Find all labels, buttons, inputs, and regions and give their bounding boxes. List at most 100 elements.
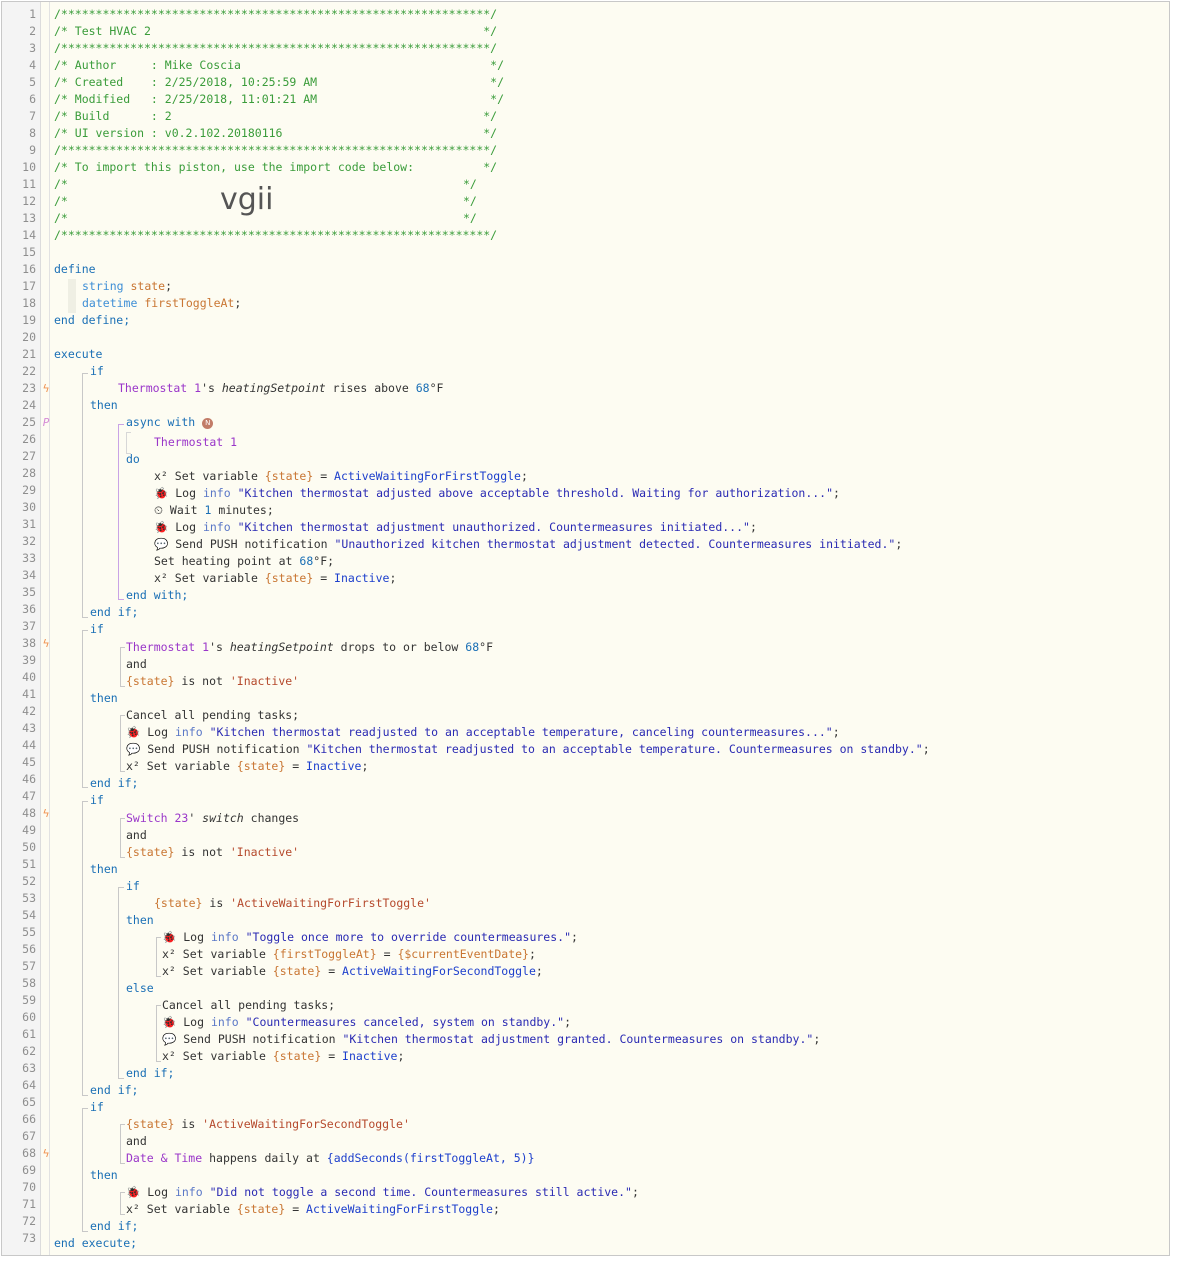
semicolon: ; <box>389 571 397 585</box>
if-keyword-1[interactable]: if <box>90 363 104 380</box>
log-message: "Countermeasures canceled, system on sta… <box>245 1015 565 1029</box>
device-switch-23: Switch 23 <box>126 811 189 825</box>
line-number: 19 <box>22 313 36 327</box>
condition-state-is-awfst[interactable]: {state} is 'ActiveWaitingForSecondToggle… <box>126 1116 410 1133</box>
push-notification-3[interactable]: 💬 Send PUSH notification "Kitchen thermo… <box>162 1031 820 1048</box>
end-if-keyword-1[interactable]: end if; <box>90 604 138 621</box>
line-number: 25 <box>22 415 36 429</box>
expression-add-seconds: {addSeconds(firstToggleAt, 5)} <box>326 1151 535 1165</box>
semicolon: ; <box>361 759 369 773</box>
header-comment-line-14: /***************************************… <box>54 228 498 242</box>
line-number: 5 <box>29 75 36 89</box>
set-variable-state-inactive-2[interactable]: x² Set variable {state} = Inactive; <box>126 758 368 775</box>
then-keyword-2[interactable]: then <box>90 690 118 707</box>
then-keyword-4[interactable]: then <box>90 1167 118 1184</box>
do-keyword[interactable]: do <box>126 451 140 468</box>
operator-happens-daily-at: happens daily at <box>202 1151 327 1165</box>
async-device-thermostat-1[interactable]: Thermostat 1 <box>154 434 237 451</box>
then-keyword-3[interactable]: then <box>90 861 118 878</box>
if-keyword-2[interactable]: if <box>90 621 104 638</box>
log-level: info <box>210 930 239 944</box>
trigger-icon: ϟ <box>42 807 50 820</box>
variable-icon: x² <box>162 1049 176 1063</box>
log-info-4[interactable]: 🐞 Log info "Toggle once more to override… <box>162 929 578 946</box>
log-info-1[interactable]: 🐞 Log info "Kitchen thermostat adjusted … <box>154 485 840 502</box>
else-keyword[interactable]: else <box>126 980 154 997</box>
cancel-pending-tasks-2[interactable]: Cancel all pending tasks; <box>162 997 335 1014</box>
log-info-3[interactable]: 🐞 Log info "Kitchen thermostat readjuste… <box>126 724 840 741</box>
semicolon: ; <box>922 742 930 756</box>
if-keyword-3a[interactable]: if <box>126 878 140 895</box>
and-keyword-3[interactable]: and <box>126 827 147 844</box>
log-message: "Kitchen thermostat adjustment unauthori… <box>237 520 750 534</box>
condition-state-not-inactive-3[interactable]: {state} is not 'Inactive' <box>126 844 299 861</box>
if-block-bracket-3 <box>82 801 88 1096</box>
set-variable-label: Set variable <box>175 964 273 978</box>
end-define-keyword[interactable]: end define; <box>54 312 130 329</box>
var-state: {state} <box>154 896 203 910</box>
line-number: 4 <box>29 58 36 72</box>
then-keyword-3a[interactable]: then <box>126 912 154 929</box>
then-keyword-1[interactable]: then <box>90 397 118 414</box>
condition-heating-setpoint-rises[interactable]: Thermostat 1's heatingSetpoint rises abo… <box>118 380 443 397</box>
set-variable-state-awfft[interactable]: x² Set variable {state} = ActiveWaitingF… <box>154 468 528 485</box>
n-badge-icon: N <box>202 418 214 429</box>
end-if-keyword-3a[interactable]: end if; <box>126 1065 174 1082</box>
set-heating-point[interactable]: Set heating point at 68°F; <box>154 553 334 570</box>
push-notification-2[interactable]: 💬 Send PUSH notification "Kitchen thermo… <box>126 741 930 758</box>
line-number: 28 <box>22 466 36 480</box>
end-with-keyword[interactable]: end with; <box>126 587 188 604</box>
semicolon: ; <box>832 725 840 739</box>
end-if-keyword-3[interactable]: end if; <box>90 1082 138 1099</box>
end-if-keyword-4[interactable]: end if; <box>90 1218 138 1235</box>
set-variable-state-awfft-2[interactable]: x² Set variable {state} = ActiveWaitingF… <box>126 1201 500 1218</box>
set-variable-label: Set variable <box>175 1049 273 1063</box>
cancel-pending-tasks-1[interactable]: Cancel all pending tasks; <box>126 707 299 724</box>
async-with-statement[interactable]: async with N <box>126 414 214 431</box>
wait-unit: minutes; <box>211 503 274 517</box>
define-keyword[interactable]: define <box>54 261 96 278</box>
log-message: "Did not toggle a second time. Counterme… <box>209 1185 632 1199</box>
if-keyword-4[interactable]: if <box>90 1099 104 1116</box>
line-number: 6 <box>29 92 36 106</box>
header-title-line: /* Test HVAC 2 */ <box>54 24 498 38</box>
if-keyword-3[interactable]: if <box>90 792 104 809</box>
line-number: 1 <box>29 7 36 21</box>
and-keyword-2[interactable]: and <box>126 656 147 673</box>
action-bracket-3b <box>156 1005 161 1062</box>
possessive: 's <box>209 640 230 654</box>
end-if-keyword-2[interactable]: end if; <box>90 775 138 792</box>
declaration-state[interactable]: string state; <box>82 278 172 295</box>
log-info-2[interactable]: 🐞 Log info "Kitchen thermostat adjustmen… <box>154 519 757 536</box>
condition-state-not-inactive-2[interactable]: {state} is not 'Inactive' <box>126 673 299 690</box>
and-keyword-4[interactable]: and <box>126 1133 147 1150</box>
variable-icon: x² <box>154 469 168 483</box>
semicolon: ; <box>234 296 242 310</box>
line-number: 17 <box>22 279 36 293</box>
set-variable-state-inactive-1[interactable]: x² Set variable {state} = Inactive; <box>154 570 396 587</box>
condition-switch-changes[interactable]: Switch 23' switch changes <box>126 810 299 827</box>
line-number: 41 <box>22 687 36 701</box>
log-info-6[interactable]: 🐞 Log info "Did not toggle a second time… <box>126 1184 639 1201</box>
value-inactive: Inactive <box>334 571 390 585</box>
set-variable-state-awfst[interactable]: x² Set variable {state} = ActiveWaitingF… <box>162 963 543 980</box>
line-number: 69 <box>22 1163 36 1177</box>
condition-heating-setpoint-drops[interactable]: Thermostat 1's heatingSetpoint drops to … <box>126 639 493 656</box>
if-block-bracket-4 <box>82 1108 88 1232</box>
end-execute-keyword[interactable]: end execute; <box>54 1235 137 1252</box>
execute-keyword[interactable]: execute <box>54 346 102 363</box>
set-variable-state-inactive-3[interactable]: x² Set variable {state} = Inactive; <box>162 1048 404 1065</box>
log-info-5[interactable]: 🐞 Log info "Countermeasures canceled, sy… <box>162 1014 571 1031</box>
value-inactive: Inactive <box>342 1049 398 1063</box>
condition-date-time-daily[interactable]: Date & Time happens daily at {addSeconds… <box>126 1150 535 1167</box>
declaration-first-toggle-at[interactable]: datetime firstToggleAt; <box>82 295 241 312</box>
variable-icon: x² <box>126 759 140 773</box>
line-number: 42 <box>22 704 36 718</box>
line-number: 50 <box>22 840 36 854</box>
condition-state-is-awfft[interactable]: {state} is 'ActiveWaitingForFirstToggle' <box>154 895 431 912</box>
clock-icon: ⏲ <box>154 503 163 517</box>
set-variable-first-toggle-at[interactable]: x² Set variable {firstToggleAt} = {$curr… <box>162 946 536 963</box>
async-with-keyword: async with <box>126 415 196 429</box>
push-notification-1[interactable]: 💬 Send PUSH notification "Unauthorized k… <box>154 536 902 553</box>
wait-statement[interactable]: ⏲ Wait 1 minutes; <box>154 502 274 519</box>
